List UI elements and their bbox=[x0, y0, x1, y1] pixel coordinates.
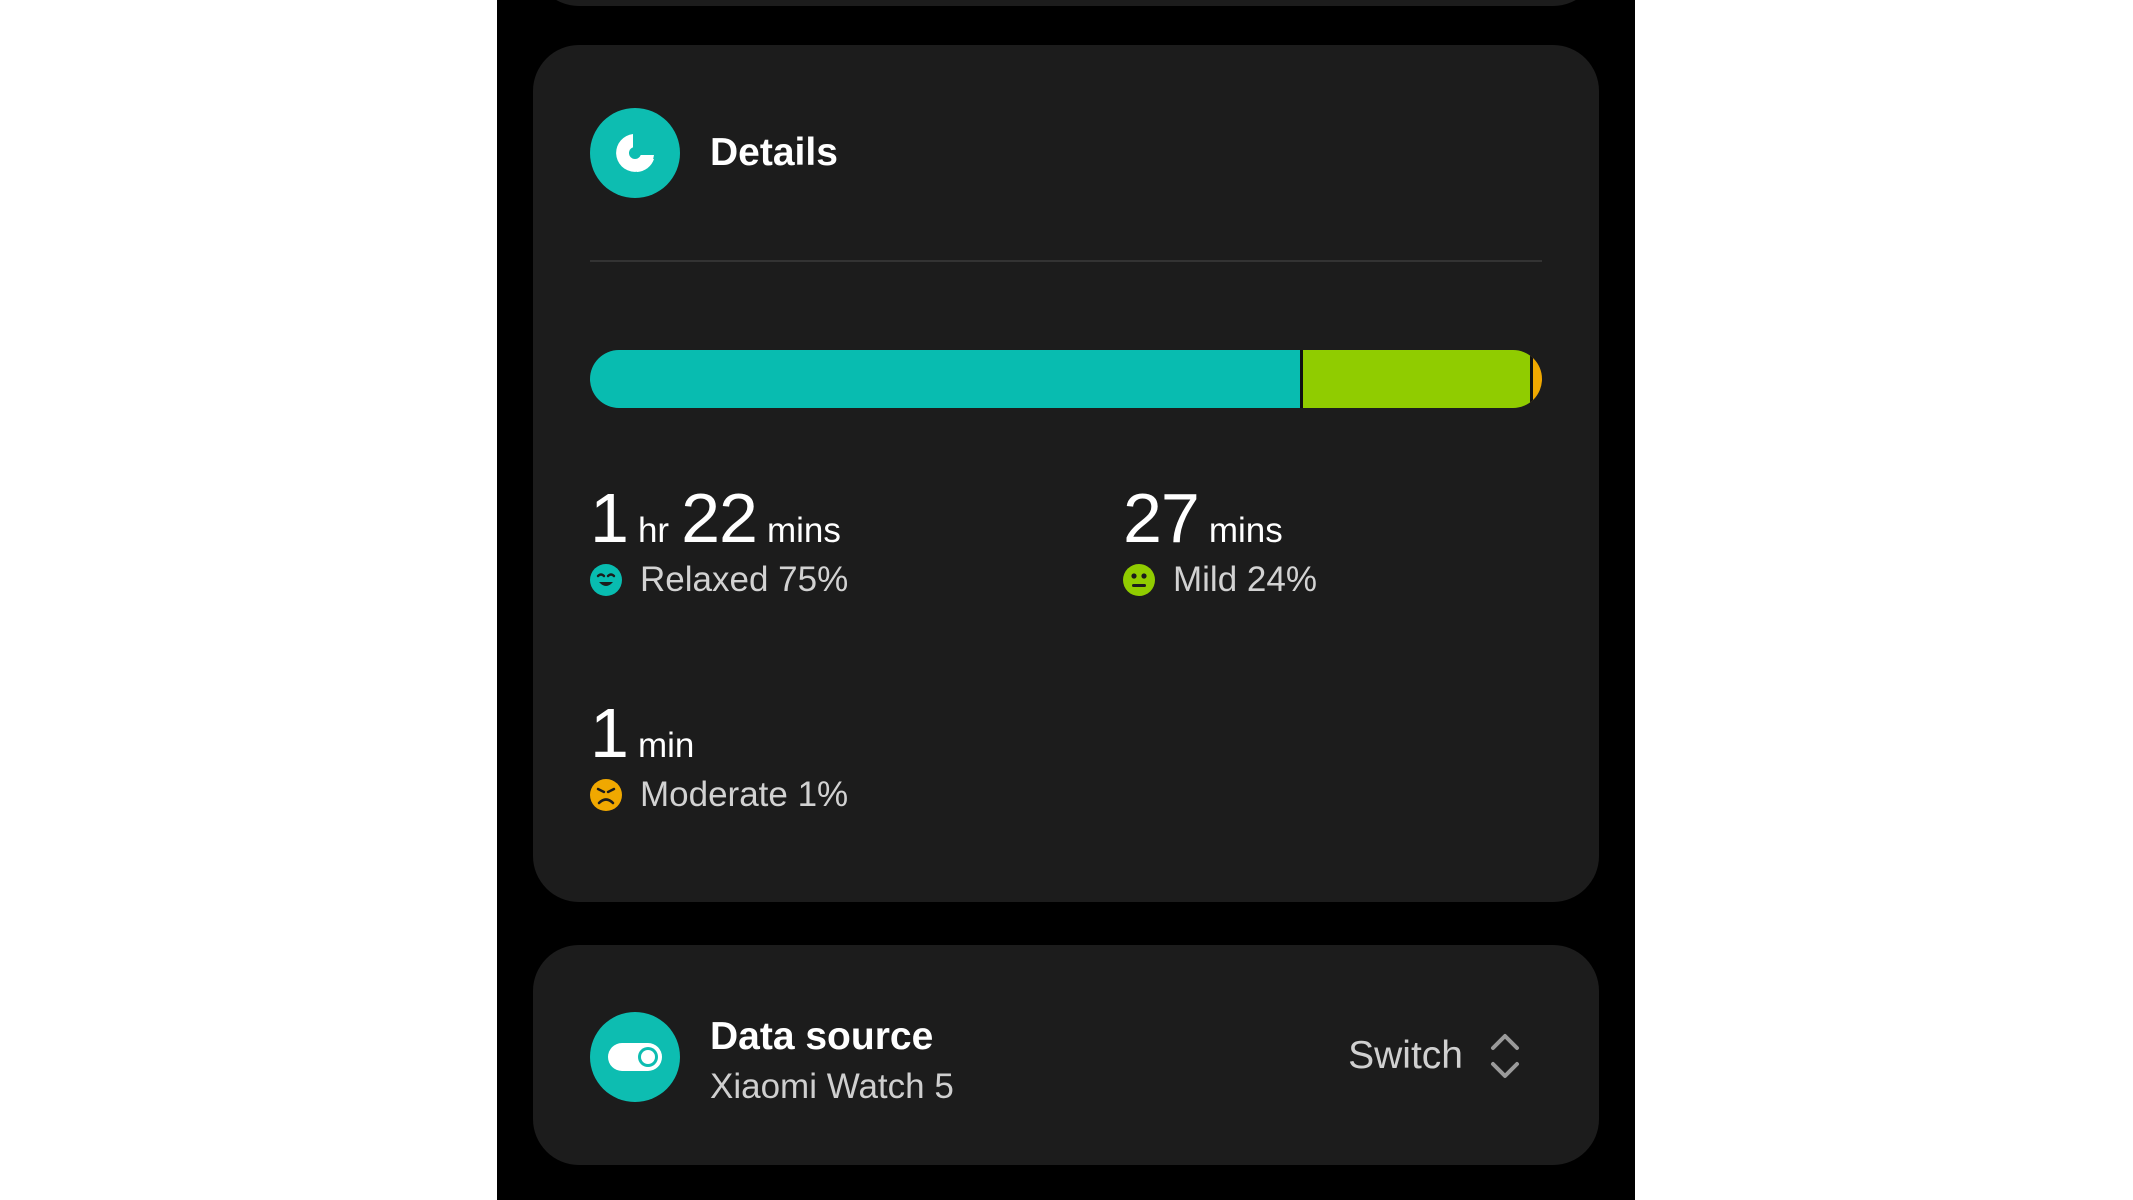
mild-face-icon bbox=[1123, 564, 1155, 596]
moderate-segment bbox=[1529, 350, 1542, 408]
relaxed-minutes-unit: mins bbox=[766, 511, 841, 550]
switch-label: Switch bbox=[1348, 1034, 1463, 1077]
moderate-duration: 1 min bbox=[590, 693, 848, 773]
previous-card-edge bbox=[533, 0, 1599, 6]
moderate-face-icon bbox=[590, 779, 622, 811]
moderate-label: Moderate 1% bbox=[640, 775, 849, 814]
mild-stat: 27 mins Mild 24% bbox=[1123, 478, 1317, 600]
moderate-stat: 1 min Moderate 1% bbox=[590, 693, 848, 815]
relaxed-segment bbox=[590, 350, 1300, 408]
details-title: Details bbox=[710, 131, 838, 174]
relaxed-stat: 1 hr 22 mins Relaxed 75% bbox=[590, 478, 853, 600]
pie-chart-icon bbox=[590, 108, 680, 198]
mild-minutes-value: 27 bbox=[1123, 479, 1200, 557]
mild-label: Mild 24% bbox=[1173, 560, 1317, 599]
moderate-minutes-unit: min bbox=[637, 726, 695, 765]
data-source-toggle-icon bbox=[590, 1012, 680, 1102]
data-source-title: Data source bbox=[710, 1015, 934, 1058]
mild-duration: 27 mins bbox=[1123, 478, 1317, 558]
data-source-device: Xiaomi Watch 5 bbox=[710, 1067, 954, 1106]
relaxed-minutes-value: 22 bbox=[681, 479, 758, 557]
data-source-card[interactable]: Data source Xiaomi Watch 5 Switch bbox=[533, 945, 1599, 1165]
details-card: Details 1 hr 22 mins Relaxed 75% 27 mins… bbox=[533, 45, 1599, 902]
phone-screen: Details 1 hr 22 mins Relaxed 75% 27 mins… bbox=[497, 0, 1635, 1200]
stress-distribution-bar bbox=[590, 350, 1542, 408]
relaxed-duration: 1 hr 22 mins bbox=[590, 478, 853, 558]
relaxed-label: Relaxed 75% bbox=[640, 560, 849, 599]
mild-segment bbox=[1299, 350, 1530, 408]
moderate-minutes-value: 1 bbox=[590, 694, 629, 772]
relaxed-face-icon bbox=[590, 564, 622, 596]
unfold-chevrons-icon bbox=[1491, 1034, 1519, 1078]
relaxed-hours-unit: hr bbox=[637, 511, 670, 550]
switch-button[interactable]: Switch bbox=[1348, 1031, 1521, 1081]
mild-minutes-unit: mins bbox=[1208, 511, 1283, 550]
relaxed-hours-value: 1 bbox=[590, 479, 629, 557]
divider bbox=[590, 260, 1542, 262]
